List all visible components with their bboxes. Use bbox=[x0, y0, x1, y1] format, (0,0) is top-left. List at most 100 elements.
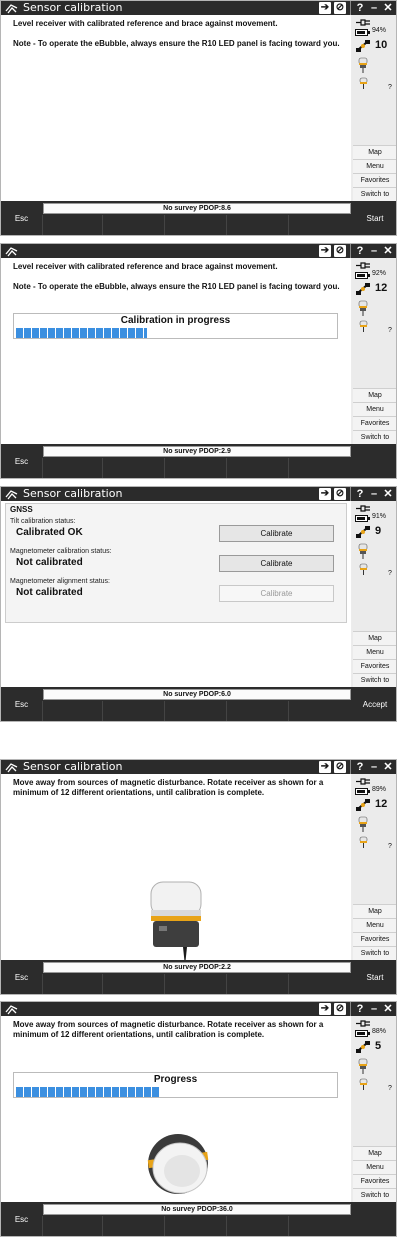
gnss-receiver-small-icon[interactable] bbox=[359, 836, 368, 848]
map-button[interactable]: Map bbox=[353, 1146, 396, 1160]
battery-icon[interactable] bbox=[355, 515, 370, 522]
minimize-button[interactable]: – bbox=[367, 1002, 381, 1016]
gnss-receiver-small-icon[interactable] bbox=[359, 320, 368, 332]
menu-button[interactable]: Menu bbox=[353, 645, 396, 659]
instruction-line: Level receiver with calibrated reference… bbox=[13, 19, 278, 28]
trimble-logo-icon[interactable] bbox=[5, 245, 18, 257]
battery-icon[interactable] bbox=[355, 272, 370, 279]
trimble-logo-icon[interactable] bbox=[5, 488, 18, 500]
menu-button[interactable]: Menu bbox=[353, 159, 396, 173]
status-sidebar: 89% 12 ? Map Menu Favorites Switch to bbox=[352, 774, 396, 960]
arrow-into-icon[interactable]: ➔ bbox=[319, 761, 331, 773]
minimize-button[interactable]: – bbox=[367, 760, 381, 774]
magnetometer-alignment-label: Magnetometer alignment status: bbox=[10, 578, 110, 585]
sensor-calibration-screen-1: Sensor calibration ➔ ⊘ ? – ✕ Level recei… bbox=[0, 0, 397, 236]
map-button[interactable]: Map bbox=[353, 631, 396, 645]
start-button[interactable]: Start bbox=[352, 960, 396, 994]
gnss-receiver-icon[interactable] bbox=[358, 300, 368, 316]
magnetometer-calibration-label: Magnetometer calibration status: bbox=[10, 548, 112, 555]
esc-button[interactable]: Esc bbox=[1, 687, 42, 721]
gnss-receiver-icon[interactable] bbox=[358, 57, 368, 73]
calibrate-tilt-button[interactable]: Calibrate bbox=[219, 525, 334, 542]
switch-to-button[interactable]: Switch to bbox=[353, 673, 396, 687]
help-button[interactable]: ? bbox=[353, 1, 367, 15]
arrow-into-icon[interactable]: ➔ bbox=[319, 488, 331, 500]
satellite-icon[interactable] bbox=[355, 798, 371, 812]
close-button[interactable]: ✕ bbox=[381, 1, 395, 15]
gnss-receiver-icon[interactable] bbox=[358, 816, 368, 832]
arrow-into-icon[interactable]: ➔ bbox=[319, 245, 331, 257]
favorites-button[interactable]: Favorites bbox=[353, 173, 396, 187]
accept-button[interactable]: Accept bbox=[352, 687, 396, 721]
progress-bar bbox=[16, 328, 147, 338]
switch-to-button[interactable]: Switch to bbox=[353, 946, 396, 960]
esc-button[interactable]: Esc bbox=[1, 444, 42, 478]
gnss-receiver-small-icon[interactable] bbox=[359, 1078, 368, 1090]
right-softkey[interactable] bbox=[352, 1202, 396, 1236]
window-title: Sensor calibration bbox=[23, 487, 123, 500]
map-button[interactable]: Map bbox=[353, 388, 396, 402]
power-plug-icon bbox=[356, 1020, 370, 1027]
calibrate-magnetometer-button[interactable]: Calibrate bbox=[219, 555, 334, 572]
minimize-button[interactable]: – bbox=[367, 487, 381, 501]
satellite-icon[interactable] bbox=[355, 282, 371, 296]
help-button[interactable]: ? bbox=[353, 487, 367, 501]
satellite-icon[interactable] bbox=[355, 39, 371, 53]
close-button[interactable]: ✕ bbox=[381, 244, 395, 258]
menu-button[interactable]: Menu bbox=[353, 402, 396, 416]
close-button[interactable]: ✕ bbox=[381, 1002, 395, 1016]
calibrate-alignment-button[interactable]: Calibrate bbox=[219, 585, 334, 602]
esc-button[interactable]: Esc bbox=[1, 1202, 42, 1236]
close-button[interactable]: ✕ bbox=[381, 760, 395, 774]
trimble-logo-icon[interactable] bbox=[5, 2, 18, 14]
battery-icon[interactable] bbox=[355, 1030, 370, 1037]
no-entry-icon[interactable]: ⊘ bbox=[334, 245, 346, 257]
battery-icon[interactable] bbox=[355, 29, 370, 36]
favorites-button[interactable]: Favorites bbox=[353, 932, 396, 946]
satellite-icon[interactable] bbox=[355, 1040, 371, 1054]
help-button[interactable]: ? bbox=[353, 244, 367, 258]
content-area: Level receiver with calibrated reference… bbox=[1, 15, 351, 201]
close-button[interactable]: ✕ bbox=[381, 487, 395, 501]
no-entry-icon[interactable]: ⊘ bbox=[334, 488, 346, 500]
no-entry-icon[interactable]: ⊘ bbox=[334, 1003, 346, 1015]
minimize-button[interactable]: – bbox=[367, 244, 381, 258]
instruction-line: Level receiver with calibrated reference… bbox=[13, 262, 278, 271]
switch-to-button[interactable]: Switch to bbox=[353, 1188, 396, 1202]
switch-to-button[interactable]: Switch to bbox=[353, 430, 396, 444]
gnss-receiver-small-icon[interactable] bbox=[359, 563, 368, 575]
map-button[interactable]: Map bbox=[353, 145, 396, 159]
trimble-logo-icon[interactable] bbox=[5, 1003, 18, 1015]
switch-to-button[interactable]: Switch to bbox=[353, 187, 396, 201]
arrow-into-icon[interactable]: ➔ bbox=[319, 1003, 331, 1015]
status-sidebar: 94% 10 ? Map Menu Favorites Switch to bbox=[352, 15, 396, 201]
favorites-button[interactable]: Favorites bbox=[353, 659, 396, 673]
calibration-progress: Calibration in progress bbox=[13, 313, 338, 339]
menu-button[interactable]: Menu bbox=[353, 1160, 396, 1174]
start-button[interactable]: Start bbox=[352, 201, 396, 235]
map-button[interactable]: Map bbox=[353, 904, 396, 918]
no-entry-icon[interactable]: ⊘ bbox=[334, 2, 346, 14]
progress-track bbox=[16, 328, 335, 338]
no-entry-icon[interactable]: ⊘ bbox=[334, 761, 346, 773]
content-area: Level receiver with calibrated reference… bbox=[1, 258, 351, 444]
battery-icon[interactable] bbox=[355, 788, 370, 795]
esc-button[interactable]: Esc bbox=[1, 201, 42, 235]
minimize-button[interactable]: – bbox=[367, 1, 381, 15]
arrow-into-icon[interactable]: ➔ bbox=[319, 2, 331, 14]
status-line: No survey PDOP:2.9 bbox=[43, 446, 351, 457]
help-button[interactable]: ? bbox=[353, 1002, 367, 1016]
favorites-button[interactable]: Favorites bbox=[353, 1174, 396, 1188]
right-softkey[interactable] bbox=[352, 444, 396, 478]
help-button[interactable]: ? bbox=[353, 760, 367, 774]
favorites-button[interactable]: Favorites bbox=[353, 416, 396, 430]
gnss-receiver-icon[interactable] bbox=[358, 1058, 368, 1074]
menu-button[interactable]: Menu bbox=[353, 918, 396, 932]
power-plug-icon bbox=[356, 505, 370, 512]
trimble-logo-icon[interactable] bbox=[5, 761, 18, 773]
gnss-receiver-small-icon[interactable] bbox=[359, 77, 368, 89]
gnss-receiver-icon[interactable] bbox=[358, 543, 368, 559]
calibration-progress: Progress bbox=[13, 1072, 338, 1098]
esc-button[interactable]: Esc bbox=[1, 960, 42, 994]
satellite-icon[interactable] bbox=[355, 525, 371, 539]
